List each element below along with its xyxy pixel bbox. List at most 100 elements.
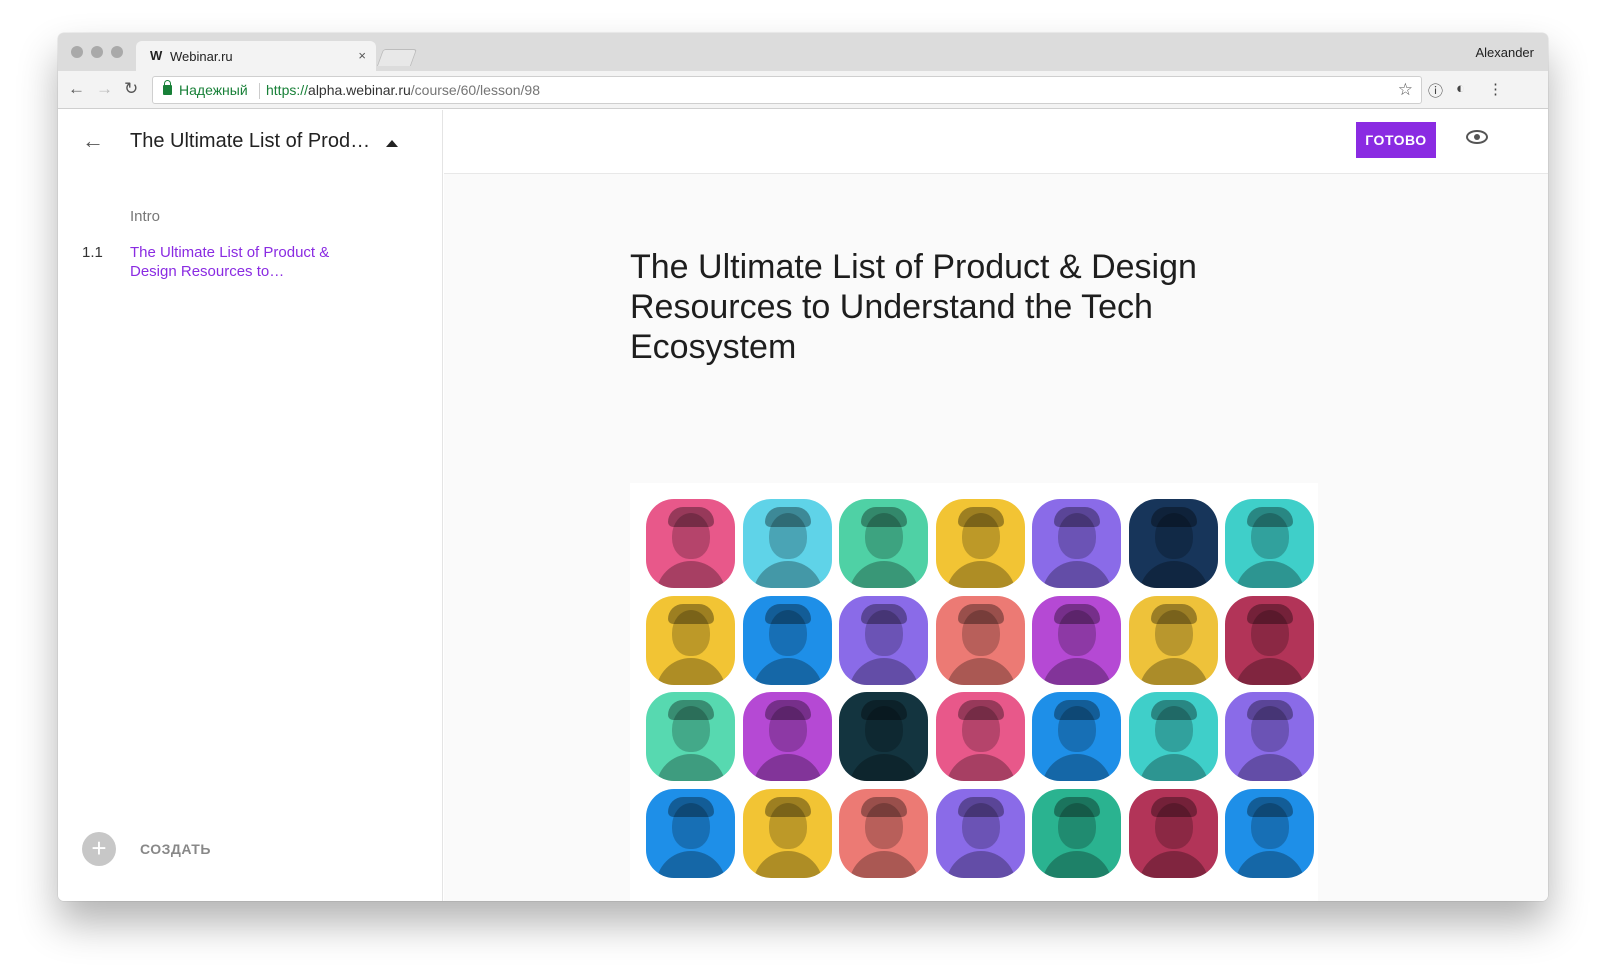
tab-bar: W Webinar.ru × Alexander (58, 33, 1548, 71)
portrait-face (1154, 609, 1193, 656)
portrait-body (1138, 850, 1209, 878)
reload-icon[interactable]: ↻ (124, 79, 138, 99)
portrait-face (961, 802, 1000, 849)
portrait-tile (646, 595, 735, 685)
portrait-body (752, 561, 823, 588)
portrait-tile (646, 788, 735, 878)
lesson-number: 1.1 (82, 244, 103, 261)
app-area: ← The Ultimate List of Prod… Intro 1.1 T… (58, 110, 1548, 901)
plus-icon[interactable]: + (82, 832, 116, 866)
portrait-body (945, 850, 1016, 878)
portrait-face (768, 706, 807, 752)
portrait-tile (1128, 692, 1218, 781)
portrait-body (1235, 754, 1305, 781)
portrait-tile (1128, 499, 1218, 588)
portrait-tile (742, 788, 832, 878)
portrait-face (961, 609, 1000, 656)
portrait-body (752, 754, 823, 781)
profile-name[interactable]: Alexander (1475, 45, 1534, 60)
secure-label: Надежный (179, 82, 248, 98)
browser-tab[interactable]: W Webinar.ru × (136, 41, 376, 71)
webinar-favicon-icon: W (150, 48, 163, 63)
portrait-body (1042, 561, 1112, 588)
course-title[interactable]: The Ultimate List of Prod… (130, 130, 370, 153)
portrait-body (1138, 561, 1209, 588)
browser-menu-icon[interactable]: ⋮ (1488, 80, 1503, 98)
tab-close-icon[interactable]: × (358, 48, 366, 63)
portrait-face (1154, 802, 1193, 849)
portrait-face (865, 609, 903, 656)
create-label: СОЗДАТЬ (140, 841, 211, 857)
portrait-tile (839, 595, 928, 685)
portrait-face (1154, 706, 1193, 752)
url-host: alpha.webinar.ru (308, 82, 411, 98)
address-bar[interactable]: Надежный https://alpha.webinar.ru/course… (152, 76, 1422, 104)
portrait-face (1154, 513, 1193, 559)
portrait-face (1058, 802, 1096, 849)
extension-icon[interactable]: ◐ (1456, 80, 1465, 97)
portrait-tile (935, 692, 1025, 781)
portrait-body (849, 657, 919, 685)
portrait-tile (839, 499, 928, 588)
portrait-tile (1225, 692, 1314, 781)
portrait-body (656, 754, 726, 781)
bookmark-star-icon[interactable]: ☆ (1398, 80, 1413, 100)
portrait-body (849, 561, 919, 588)
portrait-face (1058, 513, 1096, 559)
portrait-face (1251, 513, 1289, 559)
url-scheme: https:// (266, 82, 309, 98)
caret-up-icon[interactable] (386, 140, 398, 147)
portrait-body (1138, 754, 1209, 781)
portrait-body (1042, 754, 1112, 781)
portrait-body (1235, 561, 1305, 588)
portrait-tile (1225, 788, 1314, 878)
forward-arrow-icon[interactable]: → (96, 79, 113, 99)
portrait-face (865, 802, 903, 849)
minimize-window-icon[interactable] (91, 46, 103, 58)
portrait-tile (1128, 595, 1218, 685)
portrait-tile (646, 499, 735, 588)
portrait-tile (935, 788, 1025, 878)
portrait-face (865, 513, 903, 559)
portrait-body (1235, 850, 1305, 878)
portrait-body (849, 850, 919, 878)
portrait-tile (742, 499, 832, 588)
back-arrow-icon[interactable]: ← (82, 128, 104, 154)
section-title: Intro (130, 208, 161, 225)
portrait-face (768, 609, 807, 656)
portrait-tile (742, 595, 832, 685)
portrait-face (1251, 802, 1289, 849)
eye-icon[interactable] (1466, 130, 1488, 144)
portrait-body (1235, 657, 1305, 685)
close-window-icon[interactable] (71, 46, 83, 58)
portrait-body (656, 657, 726, 685)
portrait-face (768, 513, 807, 559)
portrait-face (672, 706, 710, 752)
portrait-body (1138, 657, 1209, 685)
portrait-face (1251, 706, 1289, 752)
tab-title: Webinar.ru (170, 49, 233, 64)
portrait-tile (839, 692, 928, 781)
lesson-link[interactable]: The Ultimate List of Product & Design Re… (130, 243, 380, 281)
portrait-face (1058, 609, 1096, 656)
article-title[interactable]: The Ultimate List of Product & Design Re… (630, 247, 1250, 367)
new-tab-button[interactable] (376, 49, 418, 66)
portrait-tile (1032, 788, 1121, 878)
back-arrow-icon[interactable]: ← (68, 79, 85, 99)
zoom-window-icon[interactable] (111, 46, 123, 58)
portrait-face (672, 609, 710, 656)
portrait-tile (742, 692, 832, 781)
portrait-tile (839, 788, 928, 878)
hero-image (630, 483, 1318, 901)
portrait-tile (935, 595, 1025, 685)
portrait-tile (1128, 788, 1218, 878)
portrait-face (1058, 706, 1096, 752)
password-manager-icon[interactable]: ⓘ (1428, 80, 1443, 101)
portrait-body (1042, 657, 1112, 685)
portrait-tile (935, 499, 1025, 588)
portrait-body (945, 657, 1016, 685)
url-text[interactable]: https://alpha.webinar.ru/course/60/lesso… (266, 82, 540, 98)
browser-window: W Webinar.ru × Alexander ← → ↻ Надежный … (58, 33, 1548, 901)
done-button[interactable]: ГОТОВО (1356, 122, 1436, 158)
portrait-body (656, 850, 726, 878)
